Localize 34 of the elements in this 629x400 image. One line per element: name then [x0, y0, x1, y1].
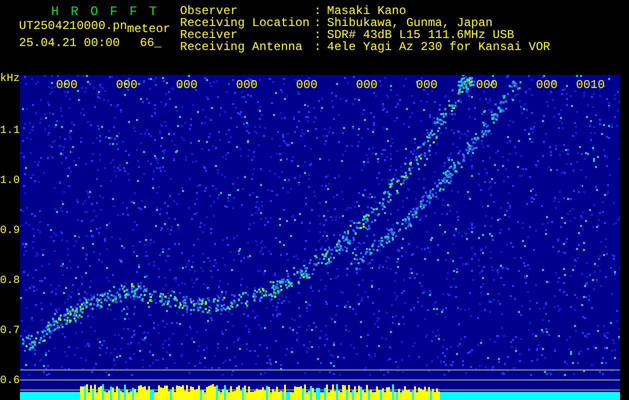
time-label: 0010 — [576, 79, 605, 91]
info-label: Receiving Location — [180, 17, 311, 29]
date-time: 25.04.21 00:00 — [19, 36, 120, 50]
info-separator: : — [314, 29, 322, 41]
info-value: Masaki Kano — [327, 5, 406, 17]
time-label: 000 — [356, 79, 378, 91]
time-label: 000 — [56, 79, 78, 91]
info-label: Observer — [180, 5, 238, 17]
app-title: H R O F F T — [50, 5, 160, 19]
unit-label: kHz — [0, 73, 20, 85]
info-label: Receiver — [180, 29, 238, 41]
info-separator: : — [314, 5, 322, 17]
info-value: Shibukawa, Gunma, Japan — [327, 17, 493, 29]
axis-label: 0.7 — [0, 325, 20, 337]
axis-label: 1.1 — [0, 125, 20, 137]
info-value: 4ele Yagi Az 230 for Kansai VOR — [327, 41, 550, 53]
time-label: 000 — [536, 79, 558, 91]
info-separator: : — [314, 17, 322, 29]
file-name: UT2504210000.pn — [19, 19, 128, 33]
info-value: SDR# 43dB L15 111.6MHz USB — [327, 29, 514, 41]
time-label: 000 — [176, 79, 198, 91]
time-label: 000 — [416, 79, 438, 91]
time-label: 000 — [236, 79, 258, 91]
axis-label: 0.6 — [0, 375, 20, 387]
axis-label: 1.0 — [0, 175, 20, 187]
axis-label: 0.9 — [0, 225, 20, 237]
info-label: Receiving Antenna — [180, 41, 304, 53]
mode-label: meteor — [127, 22, 170, 36]
meteor-count: 66_ — [140, 36, 162, 50]
time-label: 000 — [296, 79, 318, 91]
axis-label: 0.8 — [0, 275, 20, 287]
time-label: 000 — [116, 79, 138, 91]
info-separator: : — [314, 41, 322, 53]
time-label: 000 — [476, 79, 498, 91]
